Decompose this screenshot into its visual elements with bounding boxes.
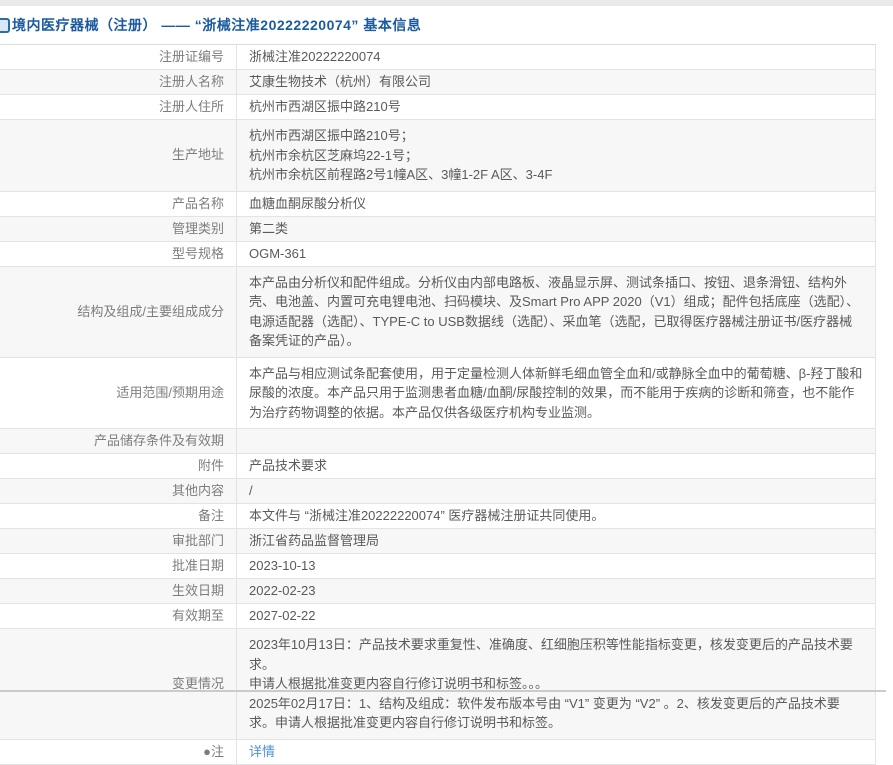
row-value: 本产品与相应测试条配套使用，用于定量检测人体新鲜毛细血管全血和/或静脉全血中的葡…	[237, 358, 875, 429]
table-row: 有效期至 2027-02-22	[0, 604, 875, 629]
row-label: 生产地址	[0, 120, 237, 191]
row-label: 附件	[0, 454, 237, 478]
row-value: 第二类	[237, 217, 875, 241]
row-value	[237, 429, 875, 453]
row-label: 变更情况	[0, 629, 237, 739]
table-row: 注册人住所 杭州市西湖区振中路210号	[0, 95, 875, 120]
table-row: 产品名称 血糖血酮尿酸分析仪	[0, 192, 875, 217]
row-value: 血糖血酮尿酸分析仪	[237, 192, 875, 216]
row-value: 艾康生物技术（杭州）有限公司	[237, 70, 875, 94]
row-value: 2023-10-13	[237, 554, 875, 578]
table-row: 型号规格 OGM-361	[0, 242, 875, 267]
table-row: 审批部门 浙江省药品监督管理局	[0, 529, 875, 554]
row-value: 本文件与 “浙械注准20222220074” 医疗器械注册证共同使用。	[237, 504, 875, 528]
row-value: 2023年10月13日：产品技术要求重复性、准确度、红细胞压积等性能指标变更，核…	[237, 629, 875, 739]
row-label: 批准日期	[0, 554, 237, 578]
table-row: 批准日期 2023-10-13	[0, 554, 875, 579]
row-value: 浙械注准20222220074	[237, 45, 875, 69]
row-value: 浙江省药品监督管理局	[237, 529, 875, 553]
row-label: 备注	[0, 504, 237, 528]
table-row: 产品储存条件及有效期	[0, 429, 875, 454]
table-row: 生产地址 杭州市西湖区振中路210号； 杭州市余杭区芝麻坞22-1号； 杭州市余…	[0, 120, 875, 192]
row-value: OGM-361	[237, 242, 875, 266]
row-label: 注册证编号	[0, 45, 237, 69]
table-row: 结构及组成/主要组成成分 本产品由分析仪和配件组成。分析仪由内部电路板、液晶显示…	[0, 267, 875, 358]
bottom-divider	[0, 690, 886, 692]
page: 境内医疗器械（注册） —— “浙械注准20222220074” 基本信息 注册证…	[0, 0, 893, 765]
registration-info-table: 注册证编号 浙械注准20222220074 注册人名称 艾康生物技术（杭州）有限…	[0, 44, 876, 765]
table-row: ●注 详情	[0, 740, 875, 765]
table-row: 管理类别 第二类	[0, 217, 875, 242]
row-label: 其他内容	[0, 479, 237, 503]
table-row: 其他内容 /	[0, 479, 875, 504]
table-row: 附件 产品技术要求	[0, 454, 875, 479]
row-value: 杭州市西湖区振中路210号； 杭州市余杭区芝麻坞22-1号； 杭州市余杭区前程路…	[237, 120, 875, 191]
table-row: 注册证编号 浙械注准20222220074	[0, 45, 875, 70]
row-value: 本产品由分析仪和配件组成。分析仪由内部电路板、液晶显示屏、测试条插口、按钮、退条…	[237, 267, 875, 357]
row-value: 2027-02-22	[237, 604, 875, 628]
row-label: 管理类别	[0, 217, 237, 241]
row-label: 产品名称	[0, 192, 237, 216]
row-label: 生效日期	[0, 579, 237, 603]
row-value: 详情	[237, 740, 875, 764]
row-label: 型号规格	[0, 242, 237, 266]
row-label: 适用范围/预期用途	[0, 358, 237, 429]
table-row: 注册人名称 艾康生物技术（杭州）有限公司	[0, 70, 875, 95]
row-label: 注册人名称	[0, 70, 237, 94]
row-label: ●注	[0, 740, 237, 764]
certificate-icon	[0, 18, 10, 33]
detail-link[interactable]: 详情	[249, 742, 275, 762]
row-label: 审批部门	[0, 529, 237, 553]
page-title: 境内医疗器械（注册） —— “浙械注准20222220074” 基本信息	[12, 15, 421, 35]
row-label: 有效期至	[0, 604, 237, 628]
row-value: /	[237, 479, 875, 503]
row-value: 产品技术要求	[237, 454, 875, 478]
table-row: 生效日期 2022-02-23	[0, 579, 875, 604]
row-label: 结构及组成/主要组成成分	[0, 267, 237, 357]
row-label: 注册人住所	[0, 95, 237, 119]
row-label: 产品储存条件及有效期	[0, 429, 237, 453]
table-row: 备注 本文件与 “浙械注准20222220074” 医疗器械注册证共同使用。	[0, 504, 875, 529]
table-row: 适用范围/预期用途 本产品与相应测试条配套使用，用于定量检测人体新鲜毛细血管全血…	[0, 358, 875, 430]
row-value: 2022-02-23	[237, 579, 875, 603]
table-row: 变更情况 2023年10月13日：产品技术要求重复性、准确度、红细胞压积等性能指…	[0, 629, 875, 740]
row-value: 杭州市西湖区振中路210号	[237, 95, 875, 119]
title-bar: 境内医疗器械（注册） —— “浙械注准20222220074” 基本信息	[0, 6, 893, 44]
